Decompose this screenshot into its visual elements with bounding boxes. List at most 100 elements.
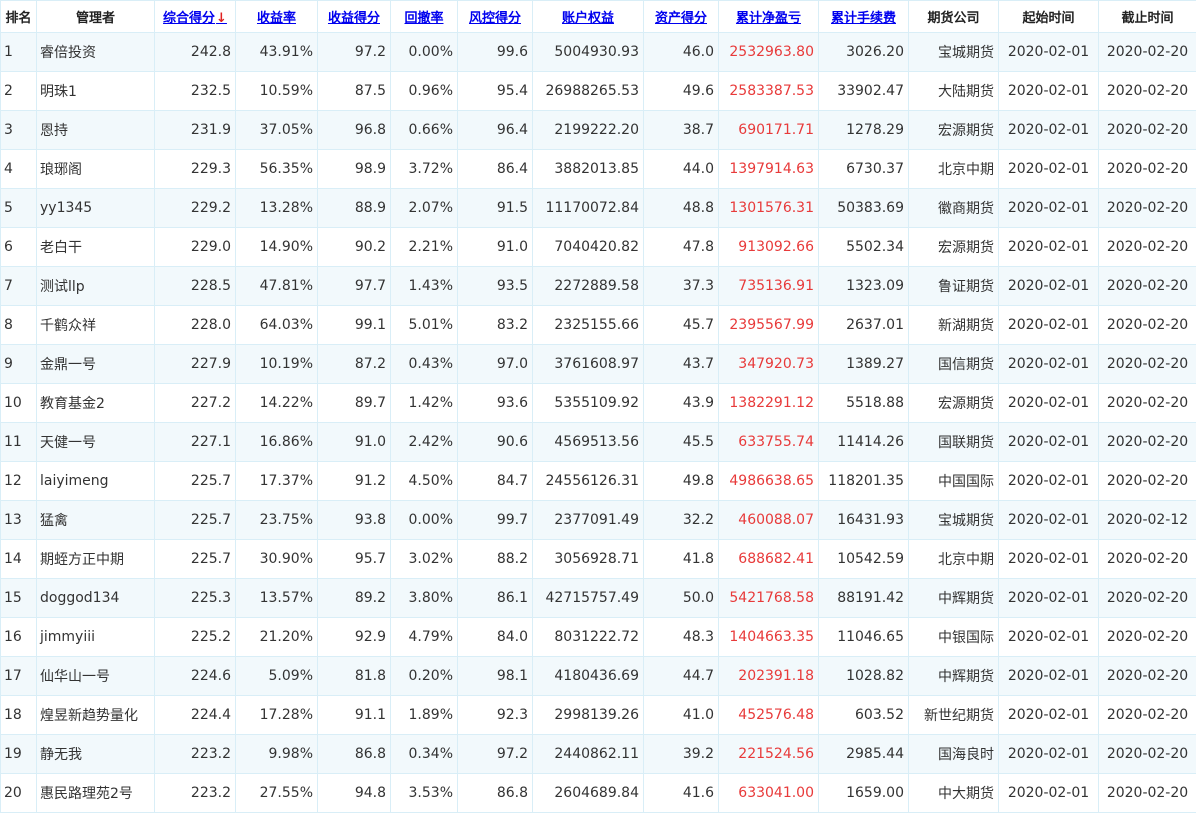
cell-broker: 中大期货	[909, 774, 999, 813]
cell-composite-score: 225.2	[155, 618, 236, 657]
cell-asset-score: 49.8	[644, 462, 719, 501]
column-header-composite-score[interactable]: 综合得分↓	[155, 1, 236, 33]
cell-fees: 3026.20	[819, 33, 909, 72]
cell-risk-score: 86.1	[458, 579, 533, 618]
column-header-fees[interactable]: 累计手续费	[819, 1, 909, 33]
table-row: 2明珠1232.510.59%87.50.96%95.426988265.534…	[1, 72, 1196, 111]
cell-asset-score: 32.2	[644, 501, 719, 540]
column-header-risk-score[interactable]: 风控得分	[458, 1, 533, 33]
cell-return-rate: 43.91%	[236, 33, 318, 72]
cell-net-pnl: 202391.18	[719, 657, 819, 696]
cell-start: 2020-02-01	[999, 423, 1099, 462]
cell-fees: 11046.65	[819, 618, 909, 657]
cell-return-rate: 17.37%	[236, 462, 318, 501]
cell-asset-score: 43.7	[644, 345, 719, 384]
table-row: 8千鹤众祥228.064.03%99.15.01%83.22325155.664…	[1, 306, 1196, 345]
cell-asset-score: 41.6	[644, 774, 719, 813]
cell-equity: 11170072.84	[533, 189, 644, 228]
cell-net-pnl: 221524.56	[719, 735, 819, 774]
cell-asset-score: 45.7	[644, 306, 719, 345]
cell-return-rate: 21.20%	[236, 618, 318, 657]
cell-net-pnl: 1397914.63	[719, 150, 819, 189]
cell-broker: 鲁证期货	[909, 267, 999, 306]
table-row: 1睿倍投资242.843.91%97.20.00%99.65004930.934…	[1, 33, 1196, 72]
column-header-drawdown[interactable]: 回撤率	[391, 1, 458, 33]
cell-manager: 老白干	[37, 228, 155, 267]
cell-risk-score: 92.3	[458, 696, 533, 735]
cell-equity: 42715757.49	[533, 579, 644, 618]
cell-asset-score: 48.3	[644, 618, 719, 657]
cell-broker: 宏源期货	[909, 384, 999, 423]
header-row: 排名管理者综合得分↓收益率收益得分回撤率风控得分账户权益资产得分累计净盈亏累计手…	[1, 1, 1196, 33]
table-row: 9金鼎一号227.910.19%87.20.43%97.03761608.974…	[1, 345, 1196, 384]
cell-risk-score: 84.7	[458, 462, 533, 501]
cell-rank: 12	[1, 462, 37, 501]
cell-manager: 猛禽	[37, 501, 155, 540]
cell-end: 2020-02-12	[1099, 501, 1196, 540]
cell-fees: 1323.09	[819, 267, 909, 306]
cell-broker: 宏源期货	[909, 111, 999, 150]
cell-composite-score: 227.2	[155, 384, 236, 423]
table-row: 10教育基金2227.214.22%89.71.42%93.65355109.9…	[1, 384, 1196, 423]
cell-asset-score: 37.3	[644, 267, 719, 306]
cell-drawdown: 0.66%	[391, 111, 458, 150]
cell-risk-score: 96.4	[458, 111, 533, 150]
cell-rank: 4	[1, 150, 37, 189]
cell-asset-score: 44.0	[644, 150, 719, 189]
cell-composite-score: 224.6	[155, 657, 236, 696]
column-header-label: 累计净盈亏	[736, 11, 801, 26]
column-header-return-rate[interactable]: 收益率	[236, 1, 318, 33]
column-header-asset-score[interactable]: 资产得分	[644, 1, 719, 33]
cell-end: 2020-02-20	[1099, 540, 1196, 579]
cell-composite-score: 227.1	[155, 423, 236, 462]
cell-rank: 9	[1, 345, 37, 384]
cell-composite-score: 232.5	[155, 72, 236, 111]
column-header-label: 综合得分	[163, 11, 215, 26]
column-header-equity[interactable]: 账户权益	[533, 1, 644, 33]
cell-end: 2020-02-20	[1099, 306, 1196, 345]
cell-composite-score: 227.9	[155, 345, 236, 384]
cell-end: 2020-02-20	[1099, 735, 1196, 774]
cell-return-score: 92.9	[318, 618, 391, 657]
cell-start: 2020-02-01	[999, 579, 1099, 618]
cell-risk-score: 83.2	[458, 306, 533, 345]
cell-return-score: 89.7	[318, 384, 391, 423]
cell-end: 2020-02-20	[1099, 462, 1196, 501]
column-header-return-score[interactable]: 收益得分	[318, 1, 391, 33]
cell-manager: 教育基金2	[37, 384, 155, 423]
cell-drawdown: 2.42%	[391, 423, 458, 462]
cell-net-pnl: 913092.66	[719, 228, 819, 267]
cell-fees: 2985.44	[819, 735, 909, 774]
cell-drawdown: 3.02%	[391, 540, 458, 579]
cell-fees: 33902.47	[819, 72, 909, 111]
cell-asset-score: 43.9	[644, 384, 719, 423]
cell-composite-score: 229.0	[155, 228, 236, 267]
cell-risk-score: 86.8	[458, 774, 533, 813]
cell-rank: 7	[1, 267, 37, 306]
cell-rank: 10	[1, 384, 37, 423]
cell-net-pnl: 2395567.99	[719, 306, 819, 345]
cell-composite-score: 223.2	[155, 735, 236, 774]
cell-return-rate: 23.75%	[236, 501, 318, 540]
cell-risk-score: 97.0	[458, 345, 533, 384]
cell-net-pnl: 2583387.53	[719, 72, 819, 111]
cell-composite-score: 229.3	[155, 150, 236, 189]
cell-return-rate: 30.90%	[236, 540, 318, 579]
cell-net-pnl: 460088.07	[719, 501, 819, 540]
cell-asset-score: 45.5	[644, 423, 719, 462]
column-header-net-pnl[interactable]: 累计净盈亏	[719, 1, 819, 33]
cell-end: 2020-02-20	[1099, 33, 1196, 72]
column-header-broker: 期货公司	[909, 1, 999, 33]
cell-equity: 5004930.93	[533, 33, 644, 72]
cell-equity: 2199222.20	[533, 111, 644, 150]
cell-net-pnl: 5421768.58	[719, 579, 819, 618]
cell-risk-score: 99.7	[458, 501, 533, 540]
column-header-label: 截止时间	[1121, 11, 1173, 26]
column-header-label: 管理者	[76, 11, 115, 26]
cell-return-rate: 10.59%	[236, 72, 318, 111]
cell-return-score: 81.8	[318, 657, 391, 696]
cell-drawdown: 2.21%	[391, 228, 458, 267]
cell-fees: 1028.82	[819, 657, 909, 696]
cell-fees: 1389.27	[819, 345, 909, 384]
cell-risk-score: 95.4	[458, 72, 533, 111]
